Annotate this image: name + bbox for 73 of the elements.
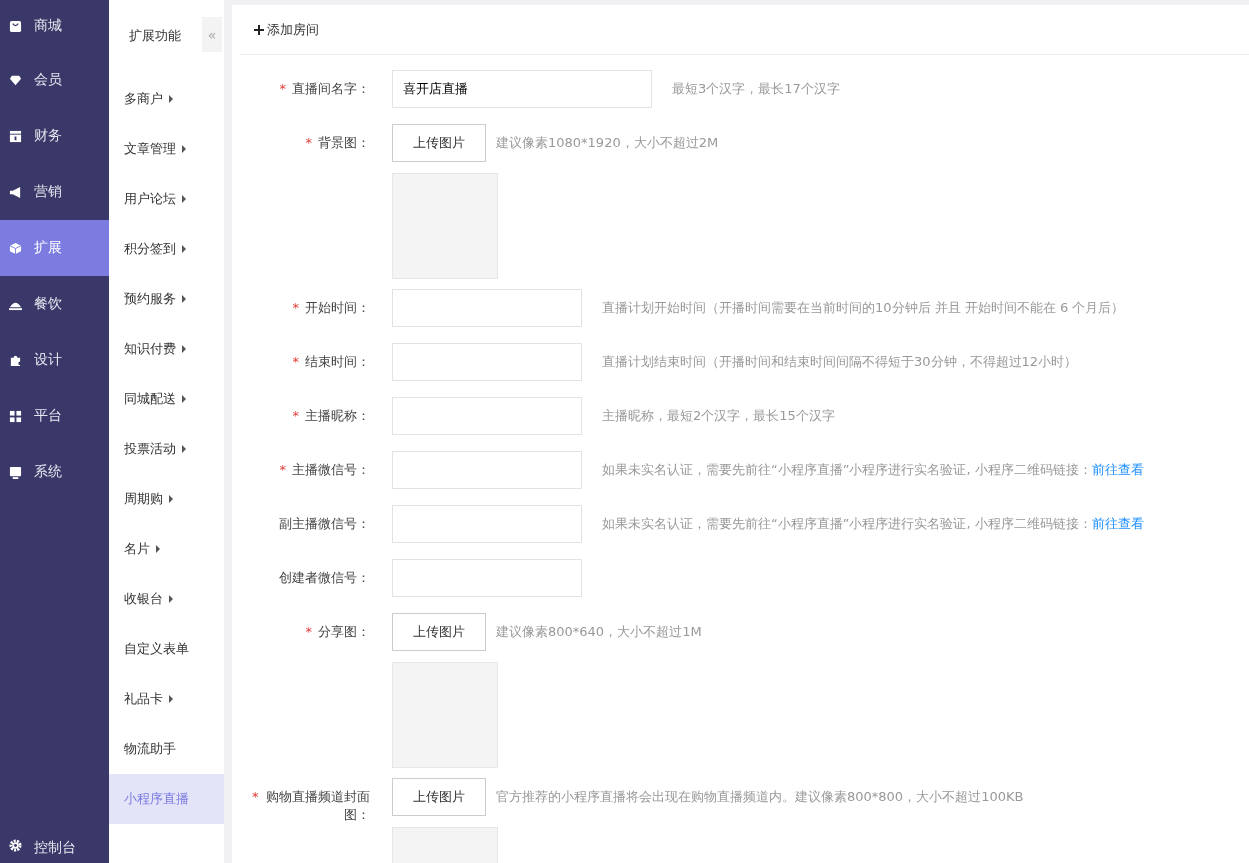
nav-item[interactable]: 控制台 [0,839,109,863]
input-field[interactable] [392,559,582,597]
input-field[interactable] [392,289,582,327]
cube-icon [9,241,22,255]
nav-item[interactable]: 扩展 [0,220,109,276]
add-room-button[interactable]: 添加房间 [254,20,319,39]
hint-text: 建议像素1080*1920，大小不超过2M [496,134,719,152]
subnav-item[interactable]: 礼品卡 [109,674,224,724]
subnav-item[interactable]: 周期购 [109,474,224,524]
upload-button[interactable]: 上传图片 [392,613,486,651]
subnav-item[interactable]: 收银台 [109,574,224,624]
input-field[interactable] [392,505,582,543]
field-label: 直播间名字： [292,80,370,98]
nav-item[interactable]: 商城 [0,0,109,52]
plus-icon [254,24,264,35]
subnav-item[interactable]: 同城配送 [109,374,224,424]
hint-text: 建议像素800*640，大小不超过1M [496,623,702,641]
hint-text: 直播计划结束时间（开播时间和结束时间间隔不得短于30分钟，不得超过12小时） [602,353,1078,371]
subnav-item[interactable]: 预约服务 [109,274,224,324]
monitor-icon [9,465,22,479]
input-field[interactable] [392,451,582,489]
nav-item[interactable]: 会员 [0,52,109,108]
subnav-item[interactable]: 用户论坛 [109,174,224,224]
subnav-title: 扩展功能 [129,27,181,45]
hint-text: 如果未实名认证，需要先前往“小程序直播”小程序进行实名验证, 小程序二维码链接：前往查看 [602,461,1144,479]
upload-button[interactable]: 上传图片 [392,778,486,816]
field-label: 主播昵称： [305,407,370,425]
nav-item[interactable]: 财务 [0,108,109,164]
required-mark: * [279,80,286,98]
field-label: 主播微信号： [292,461,370,479]
hint-text: 最短3个汉字，最长17个汉字 [672,80,840,98]
input-field[interactable]: 喜开店直播 [392,70,652,108]
subnav-item[interactable]: 文章管理 [109,124,224,174]
required-mark: * [292,299,299,317]
required-mark: * [292,353,299,371]
diamond-icon [9,73,22,87]
settings-icon [9,839,22,852]
hint-text: 官方推荐的小程序直播将会出现在购物直播频道内。建议像素800*800，大小不超过100KB [496,788,1024,806]
nav-item[interactable]: 系统 [0,444,109,500]
required-mark: * [252,788,259,806]
field-label: 分享图： [318,623,370,641]
subnav-item[interactable]: 投票活动 [109,424,224,474]
nav-item[interactable]: 设计 [0,332,109,388]
grid-icon [9,409,22,423]
hint-text: 主播昵称，最短2个汉字，最长15个汉字 [602,407,835,425]
nav-item[interactable]: 营销 [0,164,109,220]
box-icon [9,129,22,143]
field-label: 副主播微信号： [279,515,370,533]
subnav-item[interactable]: 名片 [109,524,224,574]
required-mark: * [292,407,299,425]
required-mark: * [305,623,312,641]
required-mark: * [279,461,286,479]
input-field[interactable] [392,397,582,435]
field-label: 购物直播频道封面图： [265,788,370,824]
field-label: 开始时间： [305,299,370,317]
subnav-item[interactable]: 知识付费 [109,324,224,374]
puzzle-icon [9,353,22,367]
megaphone-icon [9,185,22,199]
subnav-item[interactable]: 自定义表单 [109,624,224,674]
bag-icon [9,19,22,33]
hint-text: 如果未实名认证，需要先前往“小程序直播”小程序进行实名验证, 小程序二维码链接：前往查看 [602,515,1144,533]
upload-button[interactable]: 上传图片 [392,124,486,162]
subnav-item[interactable]: 积分签到 [109,224,224,274]
field-label: 结束时间： [305,353,370,371]
required-mark: * [305,134,312,152]
field-label: 创建者微信号： [279,569,370,587]
input-field[interactable] [392,343,582,381]
subnav-item[interactable]: 物流助手 [109,724,224,774]
field-label: 背景图： [318,134,370,152]
subnav-item[interactable]: 多商户 [109,74,224,124]
nav-item[interactable]: 平台 [0,388,109,444]
nav-item[interactable]: 餐饮 [0,276,109,332]
hint-text: 直播计划开始时间（开播时间需要在当前时间的10分钟后 并且 开始时间不能在 6 个月后） [602,299,1125,317]
